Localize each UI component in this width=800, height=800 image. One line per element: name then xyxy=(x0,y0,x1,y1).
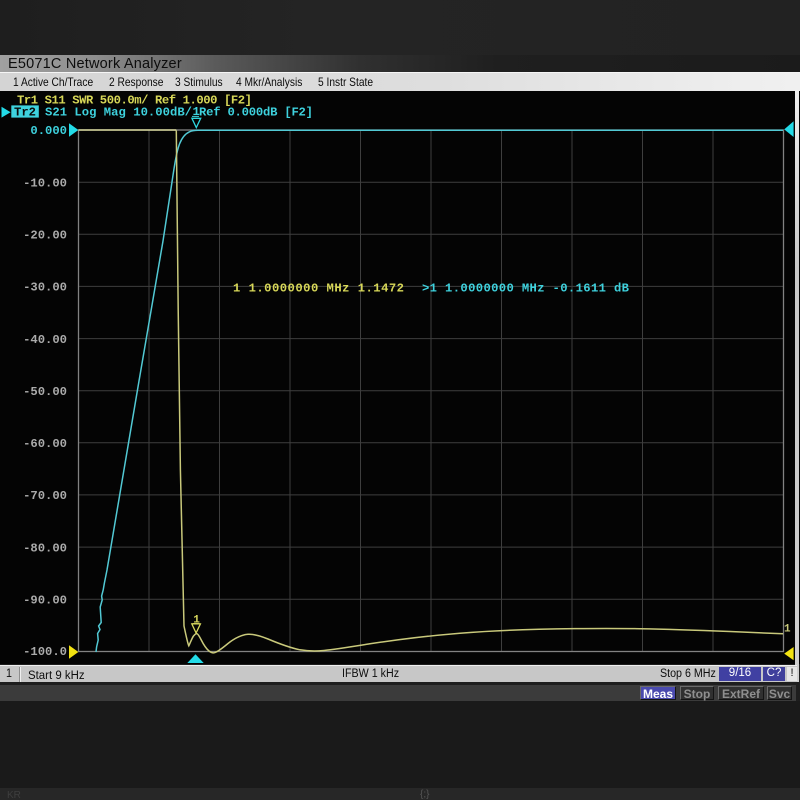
svg-text:-10.00: -10.00 xyxy=(23,176,67,190)
svg-text:Ref 0.000dB [F2]: Ref 0.000dB [F2] xyxy=(199,106,313,120)
svg-text:-30.00: -30.00 xyxy=(23,281,67,295)
svg-text:-60.00: -60.00 xyxy=(23,437,67,451)
svg-text:-50.00: -50.00 xyxy=(23,385,67,399)
svg-text:-90.00: -90.00 xyxy=(23,593,67,607)
svg-text:1 1.0000000 MHz 1.1472: 1 1.0000000 MHz 1.1472 xyxy=(233,281,404,295)
svg-text:-80.00: -80.00 xyxy=(23,541,67,555)
svg-text:-100.0: -100.0 xyxy=(23,645,67,659)
svg-text:-20.00: -20.00 xyxy=(23,229,67,243)
svg-text:-70.00: -70.00 xyxy=(23,489,67,503)
svg-text:>1 1.0000000 MHz -0.1611 dB: >1 1.0000000 MHz -0.1611 dB xyxy=(422,281,630,295)
svg-text:0.000: 0.000 xyxy=(30,124,67,138)
svg-text:S21 Log Mag 10.00dB/: S21 Log Mag 10.00dB/ xyxy=(45,106,192,120)
svg-text:1: 1 xyxy=(784,624,791,636)
svg-text:1: 1 xyxy=(193,615,200,627)
svg-text:Tr2: Tr2 xyxy=(14,106,36,120)
svg-text:-40.00: -40.00 xyxy=(23,333,67,347)
